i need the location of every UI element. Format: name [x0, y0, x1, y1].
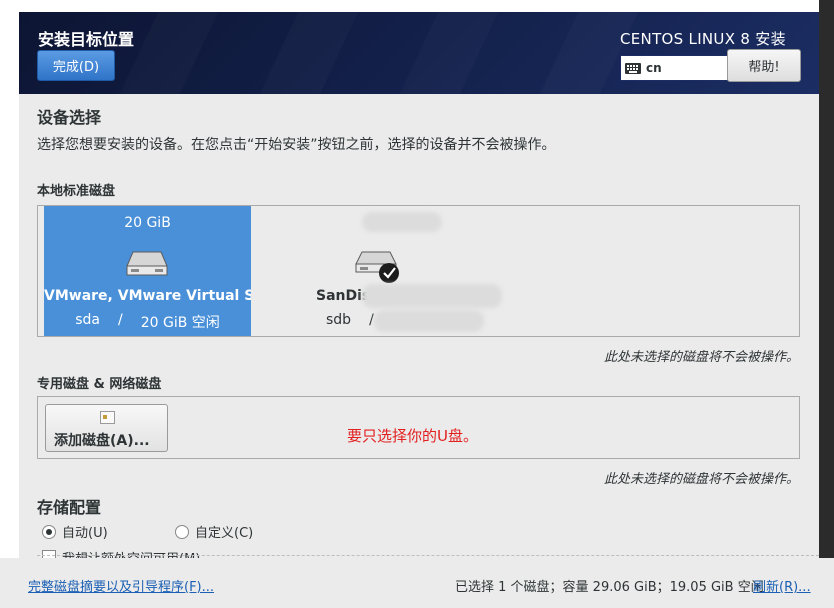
selection-status: 已选择 1 个磁盘；容量 29.06 GiB；19.05 GiB 空闲 — [455, 580, 764, 595]
local-disks-panel: 20 GiB VMware, VMware Virtual S sda / 20… — [37, 205, 800, 337]
keyboard-layout-code: cn — [646, 61, 662, 75]
disk-sdb[interactable]: SanDisk sdb / — [274, 206, 502, 336]
add-disk-button[interactable]: 添加磁盘(A)... — [45, 404, 168, 452]
disk-icon — [100, 411, 115, 424]
local-disks-title: 本地标准磁盘 — [37, 184, 116, 199]
disk-device: sda — [75, 312, 100, 328]
specialized-disks-note: 此处未选择的磁盘将不会被操作。 — [603, 472, 799, 487]
done-button[interactable]: 完成(D) — [37, 50, 115, 81]
disk-size: 20 GiB — [124, 215, 171, 231]
add-disk-label: 添加磁盘(A)... — [54, 433, 150, 449]
redacted-area — [362, 212, 442, 232]
checkbox-label: 我想让额外空间可用(M) — [62, 548, 200, 558]
disk-name: VMware, VMware Virtual S — [44, 288, 251, 304]
checkbox[interactable] — [42, 550, 56, 558]
disk-separator: / — [117, 312, 123, 328]
local-disks-note: 此处未选择的磁盘将不会被操作。 — [603, 350, 799, 365]
keyboard-icon — [625, 62, 641, 74]
scroll-divider — [37, 555, 819, 556]
radio-button[interactable] — [175, 524, 189, 539]
hard-disk-icon — [126, 251, 168, 276]
radio-label: 自动(U) — [62, 526, 108, 541]
usb-disk-selected-icon — [355, 251, 399, 283]
specialized-disks-panel: 添加磁盘(A)... 要只选择你的U盘。 — [37, 396, 800, 459]
keyboard-layout-indicator[interactable]: cn — [620, 55, 728, 81]
redacted-area — [374, 310, 484, 332]
extra-space-option[interactable]: 我想让额外空间可用(M) — [42, 548, 200, 558]
redacted-area — [362, 284, 502, 308]
main-content: 设备选择 选择您想要安装的设备。在您点击“开始安装”按钮之前，选择的设备并不会被… — [19, 94, 819, 558]
page-title: 安装目标位置 — [38, 30, 135, 49]
radio-button[interactable] — [42, 524, 56, 539]
specialized-disks-title: 专用磁盘 & 网络磁盘 — [37, 377, 162, 392]
device-selection-title: 设备选择 — [37, 108, 102, 127]
radio-custom[interactable]: 自定义(C) — [175, 522, 253, 541]
disk-device: sdb — [326, 312, 352, 328]
storage-config-title: 存储配置 — [37, 498, 102, 517]
help-button[interactable]: 帮助! — [727, 49, 801, 82]
radio-label: 自定义(C) — [195, 526, 254, 541]
window-frame-left — [0, 0, 19, 608]
disk-free-space: 20 GiB 空闲 — [140, 315, 220, 331]
radio-automatic[interactable]: 自动(U) — [42, 522, 108, 541]
refresh-link[interactable]: 刷新(R)... — [753, 576, 811, 595]
disk-sda[interactable]: 20 GiB VMware, VMware Virtual S sda / 20… — [44, 206, 251, 336]
device-selection-description: 选择您想要安装的设备。在您点击“开始安装”按钮之前，选择的设备并不会被操作。 — [37, 137, 556, 153]
window-frame-right — [819, 0, 834, 608]
footer-bar: 完整磁盘摘要以及引导程序(F)... 已选择 1 个磁盘；容量 29.06 Gi… — [0, 558, 834, 608]
header-bar: 安装目标位置 完成(D) CENTOS LINUX 8 安装 cn 帮助! — [19, 12, 819, 94]
product-title: CENTOS LINUX 8 安装 — [620, 30, 786, 48]
usb-hint: 要只选择你的U盘。 — [347, 427, 478, 445]
full-disk-summary-link[interactable]: 完整磁盘摘要以及引导程序(F)... — [28, 576, 214, 595]
